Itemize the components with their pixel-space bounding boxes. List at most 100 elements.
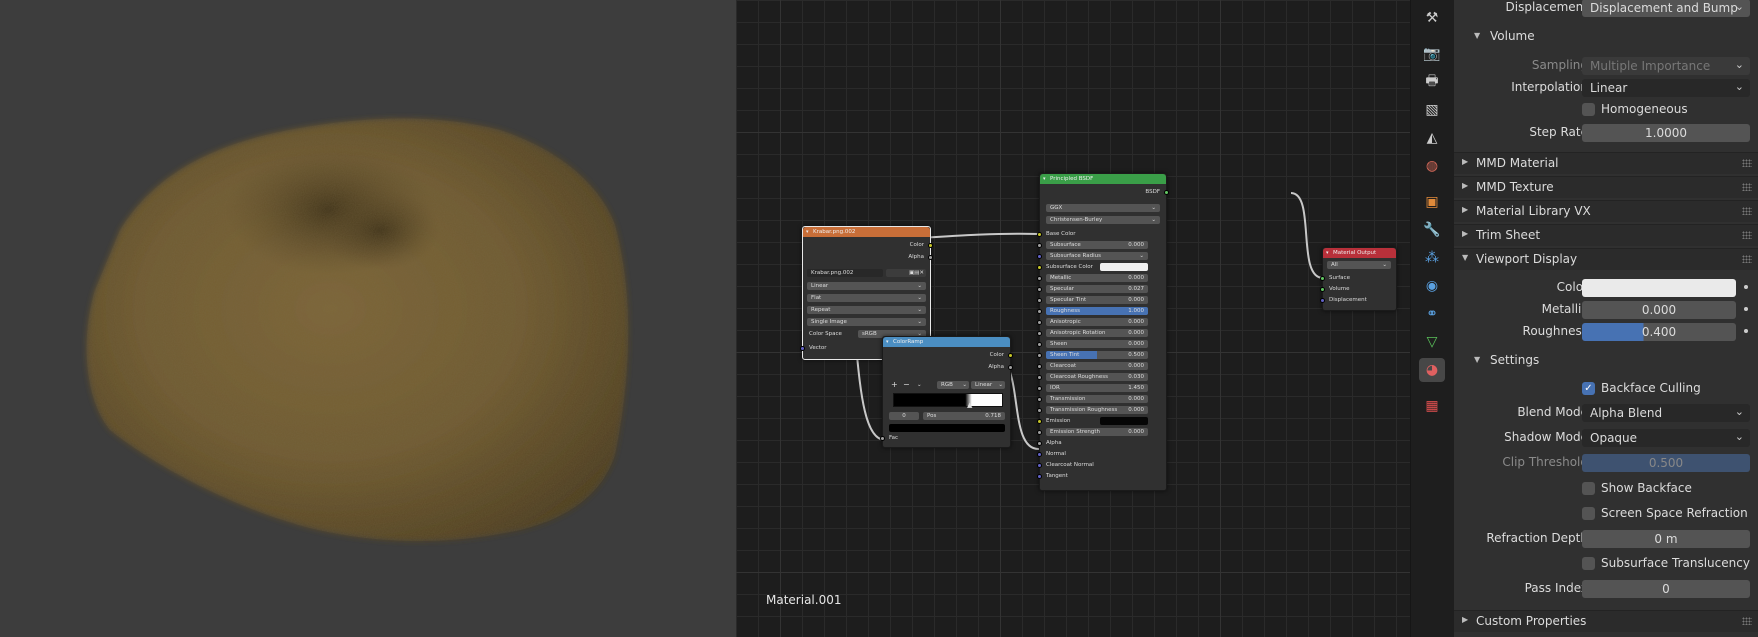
panel-material-library-vx[interactable]: ▶ Material Library VX: [1454, 200, 1758, 222]
bsdf-input-socket[interactable]: [1037, 331, 1042, 336]
constraints-icon[interactable]: ⚭: [1419, 302, 1445, 326]
bsdf-input-field[interactable]: IOR 1.450: [1046, 384, 1148, 392]
tool-icon[interactable]: ⚒: [1419, 6, 1445, 30]
panel-custom-properties[interactable]: ▶ Custom Properties: [1454, 610, 1758, 632]
image-selector[interactable]: Krabar.png.002: [807, 269, 883, 277]
scene-icon[interactable]: ◭: [1419, 126, 1445, 150]
output-color-socket[interactable]: [928, 243, 933, 248]
bsdf-input-socket[interactable]: [1037, 375, 1042, 380]
bsdf-input-socket[interactable]: [1037, 342, 1042, 347]
render-icon[interactable]: 📷: [1419, 42, 1445, 66]
bsdf-input-socket[interactable]: [1037, 309, 1042, 314]
view-layer-icon[interactable]: ▧: [1419, 98, 1445, 122]
bsdf-input-socket[interactable]: [1037, 320, 1042, 325]
material-output-node-header[interactable]: ▾ Material Output: [1323, 248, 1396, 258]
drag-grip-icon[interactable]: [1742, 255, 1752, 263]
homogeneous-checkbox[interactable]: [1582, 103, 1595, 116]
world-icon[interactable]: ◍: [1419, 154, 1445, 178]
data-icon[interactable]: ▽: [1419, 330, 1445, 354]
keyframe-dot-icon[interactable]: [1744, 307, 1748, 311]
bsdf-input-socket[interactable]: [1037, 243, 1042, 248]
panel-trim-sheet[interactable]: ▶ Trim Sheet: [1454, 224, 1758, 246]
color-ramp-node-header[interactable]: ▾ ColorRamp: [883, 337, 1010, 347]
displacement-dropdown[interactable]: Displacement and Bump ⌄: [1582, 0, 1750, 17]
bsdf-input-field[interactable]: Subsurface Radius ⌄: [1046, 252, 1148, 260]
bsdf-input-field[interactable]: Transmission 0.000: [1046, 395, 1148, 403]
output-icon[interactable]: 🖶: [1419, 70, 1445, 94]
interpolation-dropdown[interactable]: Linear ⌄: [807, 282, 926, 290]
bsdf-input-socket[interactable]: [1037, 276, 1042, 281]
image-actions[interactable]: ▣▤✕: [886, 269, 926, 277]
stop-position-field[interactable]: Pos 0.718: [923, 412, 1005, 420]
show-backface-checkbox[interactable]: [1582, 482, 1595, 495]
output-bsdf-socket[interactable]: [1164, 190, 1169, 195]
texture-icon[interactable]: ▦: [1419, 394, 1445, 418]
drag-grip-icon[interactable]: [1742, 159, 1752, 167]
bsdf-input-field[interactable]: Specular 0.027: [1046, 285, 1148, 293]
vd-color-swatch[interactable]: [1582, 279, 1736, 297]
subsurface-method-dropdown[interactable]: Christensen-Burley ⌄: [1046, 216, 1160, 224]
bsdf-input-socket[interactable]: [1037, 419, 1042, 424]
pass-index-field[interactable]: 0: [1582, 580, 1750, 598]
panel-viewport-display[interactable]: ▼ Viewport Display: [1454, 248, 1758, 270]
bsdf-input-socket[interactable]: [1037, 463, 1042, 468]
drag-grip-icon[interactable]: [1742, 231, 1752, 239]
ramp-menu-button[interactable]: ⌄: [917, 381, 922, 389]
settings-subpanel-header[interactable]: ▼ Settings: [1454, 350, 1758, 372]
output-target-dropdown[interactable]: All ⌄: [1327, 261, 1391, 269]
panel-mmd-material[interactable]: ▶ MMD Material: [1454, 152, 1758, 174]
ramp-mode-dropdown[interactable]: RGB ⌄: [937, 381, 969, 389]
bsdf-input-socket[interactable]: [1037, 386, 1042, 391]
bsdf-input-socket[interactable]: [1037, 353, 1042, 358]
bsdf-input-field[interactable]: Transmission Roughness 0.000: [1046, 406, 1148, 414]
input-fac-socket[interactable]: [880, 436, 885, 441]
sss-translucency-checkbox[interactable]: [1582, 557, 1595, 570]
drag-grip-icon[interactable]: [1742, 183, 1752, 191]
bsdf-input-field[interactable]: Metallic 0.000: [1046, 274, 1148, 282]
object-icon[interactable]: ▣: [1419, 190, 1445, 214]
panel-mmd-texture[interactable]: ▶ MMD Texture: [1454, 176, 1758, 198]
color-ramp-gradient[interactable]: [893, 393, 1003, 407]
ramp-stop-marker[interactable]: ▲: [967, 401, 972, 409]
bsdf-input-field[interactable]: Anisotropic 0.000: [1046, 318, 1148, 326]
principled-bsdf-node[interactable]: ▾ Principled BSDF BSDF GGX ⌄ Christensen-B…: [1037, 173, 1169, 491]
stop-color-swatch[interactable]: [889, 424, 1005, 432]
bsdf-input-socket[interactable]: [1037, 452, 1042, 457]
bsdf-input-socket[interactable]: [1037, 364, 1042, 369]
shadow-mode-dropdown[interactable]: Opaque ⌄: [1582, 429, 1750, 447]
bsdf-input-socket[interactable]: [1037, 298, 1042, 303]
bsdf-color-swatch[interactable]: [1100, 263, 1148, 271]
bsdf-input-field[interactable]: Sheen 0.000: [1046, 340, 1148, 348]
keyframe-dot-icon[interactable]: [1744, 329, 1748, 333]
bsdf-input-socket[interactable]: [1037, 474, 1042, 479]
physics-icon[interactable]: ◉: [1419, 274, 1445, 298]
extension-dropdown[interactable]: Repeat ⌄: [807, 306, 926, 314]
ramp-interp-dropdown[interactable]: Linear ⌄: [971, 381, 1005, 389]
bsdf-input-field[interactable]: Subsurface 0.000: [1046, 241, 1148, 249]
ssr-checkbox[interactable]: [1582, 507, 1595, 520]
bsdf-input-socket[interactable]: [1037, 430, 1042, 435]
particles-icon[interactable]: ⁂: [1419, 246, 1445, 270]
color-ramp-node[interactable]: ▾ ColorRamp Color Alpha + − ⌄ RGB ⌄ Linear…: [880, 336, 1013, 448]
clip-threshold-slider[interactable]: 0.500: [1582, 454, 1750, 472]
bsdf-input-socket[interactable]: [1037, 397, 1042, 402]
input-vector-socket[interactable]: [800, 346, 805, 351]
modifier-icon[interactable]: 🔧: [1419, 218, 1445, 242]
bsdf-input-socket[interactable]: [1037, 441, 1042, 446]
step-rate-field[interactable]: 1.0000: [1582, 124, 1750, 142]
output-alpha-socket[interactable]: [928, 255, 933, 260]
bsdf-input-field[interactable]: Clearcoat 0.000: [1046, 362, 1148, 370]
bsdf-input-socket[interactable]: [1037, 232, 1042, 237]
material-icon[interactable]: ◕: [1419, 358, 1445, 382]
vd-roughness-slider[interactable]: 0.400: [1582, 323, 1736, 341]
output-color-socket[interactable]: [1008, 353, 1013, 358]
shader-node-editor[interactable]: ▾ Krabar.png.002 Color Alpha Krabar.png.0…: [736, 0, 1410, 637]
blend-mode-dropdown[interactable]: Alpha Blend ⌄: [1582, 404, 1750, 422]
bsdf-input-socket[interactable]: [1037, 408, 1042, 413]
bsdf-input-field[interactable]: Clearcoat Roughness 0.030: [1046, 373, 1148, 381]
bsdf-input-field[interactable]: Anisotropic Rotation 0.000: [1046, 329, 1148, 337]
stop-index-field[interactable]: 0: [889, 412, 919, 420]
bsdf-input-field[interactable]: Roughness 1.000: [1046, 307, 1148, 315]
interpolation-dropdown[interactable]: Linear ⌄: [1582, 79, 1750, 97]
remove-stop-button[interactable]: −: [903, 381, 910, 389]
